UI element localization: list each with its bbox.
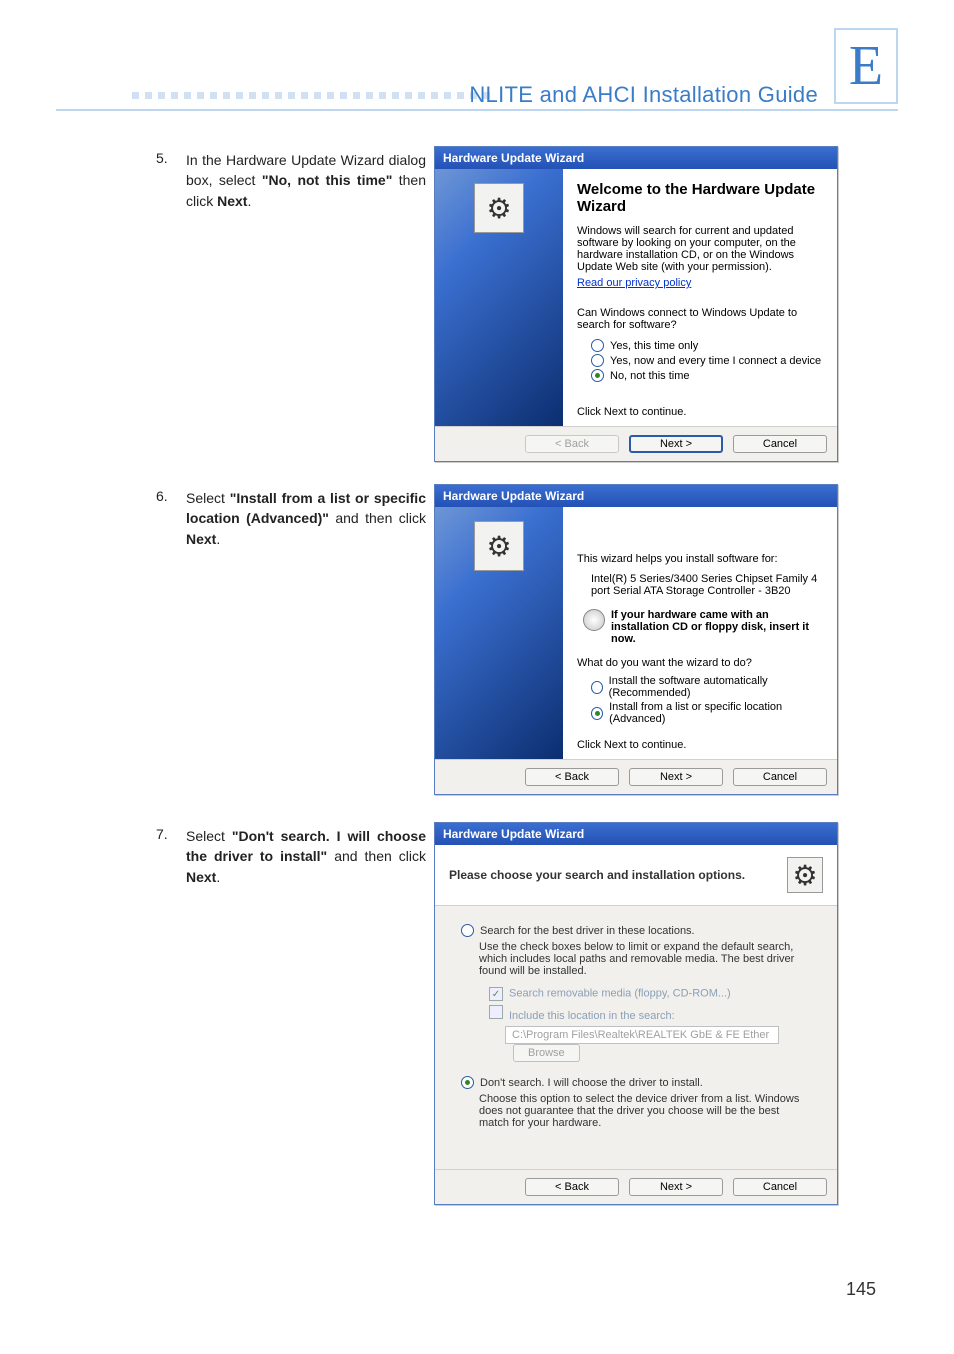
appendix-letter: E (849, 34, 883, 98)
dialog-titlebar: Hardware Update Wizard (435, 485, 837, 507)
hardware-icon: ⚙ (474, 521, 524, 571)
cancel-button[interactable]: Cancel (733, 768, 827, 786)
back-button[interactable]: < Back (525, 768, 619, 786)
dialog-sidepane: ⚙ (435, 169, 563, 426)
dialog-question: Can Windows connect to Windows Update to… (577, 307, 823, 331)
dialog-titlebar: Hardware Update Wizard (435, 823, 837, 845)
step-number: 6. (156, 488, 186, 549)
radio-no[interactable]: No, not this time (591, 369, 823, 382)
dialog-continue-text: Click Next to continue. (577, 406, 823, 418)
radio-search-locations[interactable]: Search for the best driver in these loca… (461, 924, 811, 937)
step-number: 5. (156, 150, 186, 211)
header-rule (56, 109, 898, 111)
step-text: Select "Install from a list or specific … (186, 488, 426, 549)
radio-auto[interactable]: Install the software automatically (Reco… (591, 675, 823, 699)
back-button: < Back (525, 435, 619, 453)
next-button[interactable]: Next > (629, 1178, 723, 1196)
header-dots (132, 92, 490, 99)
dialog-sidepane: ⚙ (435, 507, 563, 759)
radio-yes-once[interactable]: Yes, this time only (591, 339, 823, 352)
dialog-heading: Welcome to the Hardware Update Wizard (577, 181, 823, 215)
cancel-button[interactable]: Cancel (733, 435, 827, 453)
back-button[interactable]: < Back (525, 1178, 619, 1196)
dialog-paragraph: Windows will search for current and upda… (577, 225, 823, 273)
dialog-intro: This wizard helps you install software f… (577, 553, 823, 565)
hardware-icon: ⚙ (474, 183, 524, 233)
dialog-titlebar: Hardware Update Wizard (435, 147, 837, 169)
opt2-desc: Choose this option to select the device … (479, 1093, 811, 1129)
next-button[interactable]: Next > (629, 435, 723, 453)
wizard-dialog-step6: Hardware Update Wizard ⚙ This wizard hel… (434, 484, 838, 795)
radio-dont-search[interactable]: Don't search. I will choose the driver t… (461, 1076, 811, 1089)
browse-button: Browse (513, 1044, 580, 1062)
step-text: In the Hardware Update Wizard dialog box… (186, 150, 426, 211)
page-number: 145 (846, 1279, 876, 1300)
cd-icon (583, 609, 605, 631)
page-title: NLITE and AHCI Installation Guide (469, 82, 818, 108)
step-text: Select "Don't search. I will choose the … (186, 826, 426, 887)
checkbox-label: Include this location in the search: (509, 1010, 675, 1022)
device-name: Intel(R) 5 Series/3400 Series Chipset Fa… (591, 573, 823, 597)
path-input: C:\Program Files\Realtek\REALTEK GbE & F… (505, 1026, 779, 1044)
opt1-desc: Use the check boxes below to limit or ex… (479, 941, 811, 977)
radio-yes-always[interactable]: Yes, now and every time I connect a devi… (591, 354, 823, 367)
next-button[interactable]: Next > (629, 768, 723, 786)
appendix-badge: E (834, 28, 898, 104)
privacy-link[interactable]: Read our privacy policy (577, 277, 823, 289)
install-hint: If your hardware came with an installati… (611, 609, 823, 645)
dialog-continue-text: Click Next to continue. (577, 739, 823, 751)
checkbox-include-location (489, 1005, 503, 1019)
checkbox-removable-media: ✓ (489, 987, 503, 1001)
radio-advanced[interactable]: Install from a list or specific location… (591, 701, 823, 725)
hardware-icon: ⚙ (787, 857, 823, 893)
dialog-question: What do you want the wizard to do? (577, 657, 823, 669)
wizard-dialog-step5: Hardware Update Wizard ⚙ Welcome to the … (434, 146, 838, 462)
dialog-heading: Please choose your search and installati… (449, 868, 745, 882)
cancel-button[interactable]: Cancel (733, 1178, 827, 1196)
wizard-dialog-step7: Hardware Update Wizard Please choose you… (434, 822, 838, 1205)
step-number: 7. (156, 826, 186, 887)
checkbox-label: Search removable media (floppy, CD-ROM..… (509, 988, 731, 1000)
